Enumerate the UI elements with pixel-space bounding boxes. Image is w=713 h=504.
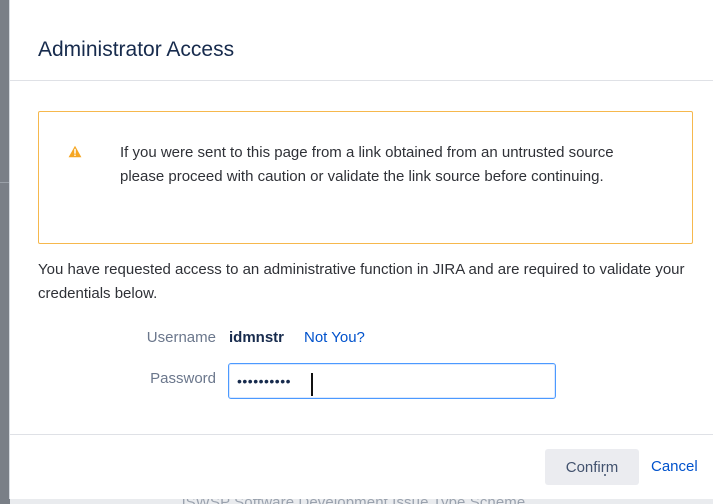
administrator-access-dialog: Administrator Access If you were sent to… xyxy=(10,0,713,499)
password-input[interactable] xyxy=(228,363,556,399)
warning-message: If you were sent to this page from a lin… xyxy=(38,111,693,244)
password-label: Password xyxy=(150,370,216,387)
credential-validation-text: You have requested access to an administ… xyxy=(38,261,685,302)
not-you-link[interactable]: Not You? xyxy=(304,329,365,346)
warning-text: If you were sent to this page from a lin… xyxy=(120,144,614,185)
dialog-body: If you were sent to this page from a lin… xyxy=(10,81,713,434)
page: JSWSP Software Development Issue Type Sc… xyxy=(0,0,713,504)
dialog-header: Administrator Access xyxy=(10,0,713,81)
text-cursor xyxy=(311,373,313,396)
mouse-pointer-dot xyxy=(604,474,606,476)
dialog-backdrop xyxy=(0,0,10,504)
password-row: Password xyxy=(10,361,713,399)
cancel-link[interactable]: Cancel xyxy=(651,458,698,475)
dialog-footer: Confirm Cancel xyxy=(10,434,713,499)
backdrop-divider xyxy=(0,182,10,183)
username-value: idmnstr xyxy=(229,329,285,346)
username-label: Username xyxy=(146,329,216,346)
warning-icon xyxy=(68,145,82,158)
dialog-title: Administrator Access xyxy=(38,38,235,61)
username-row: Username idmnstr Not You? xyxy=(10,320,713,358)
confirm-button[interactable]: Confirm xyxy=(545,449,639,485)
